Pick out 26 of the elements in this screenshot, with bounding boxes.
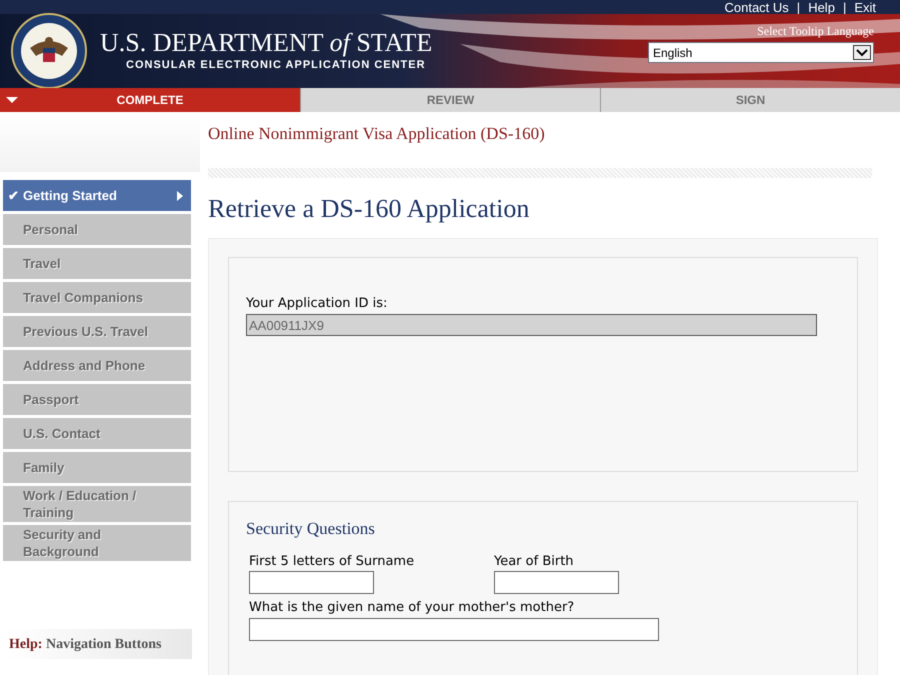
- seal-icon: [10, 12, 88, 90]
- question-label: What is the given name of your mother's mother?: [249, 599, 576, 617]
- answer-field[interactable]: [494, 571, 619, 594]
- answer-field[interactable]: [249, 571, 374, 594]
- help-text: Help: Navigation Buttons: [9, 636, 162, 654]
- security-questions-title: Security Questions: [246, 518, 376, 540]
- header-link[interactable]: Contact Us: [724, 0, 789, 14]
- caret-icon: [6, 97, 18, 103]
- answer-field[interactable]: [249, 618, 659, 640]
- department-subtitle: CONSULAR ELECTRONIC APPLICATION CENTER: [125, 58, 427, 73]
- progress-step: COMPLETE: [0, 88, 300, 112]
- question-label: Year of Birth: [494, 552, 575, 570]
- page-title: Retrieve a DS-160 Application: [208, 192, 530, 224]
- sidebar-item[interactable]: ✔ Getting Started: [3, 180, 191, 211]
- question-label: First 5 letters of Surname: [249, 552, 416, 570]
- language-select[interactable]: English: [648, 42, 874, 63]
- arrow-right-icon: [177, 190, 183, 200]
- progress-step: SIGN: [600, 88, 900, 112]
- progress-step: REVIEW: [300, 88, 600, 112]
- form-title: Online Nonimmigrant Visa Application (DS-160): [208, 123, 545, 146]
- department-title: U.S. DEPARTMENT of STATE: [100, 28, 432, 57]
- tooltip-language-label: Select Tooltip Language: [757, 23, 874, 40]
- header-link[interactable]: Exit: [854, 0, 876, 14]
- application-id-label: Your Application ID is:: [246, 295, 388, 313]
- header-link[interactable]: Help: [808, 0, 835, 14]
- check-icon: ✔: [8, 187, 19, 204]
